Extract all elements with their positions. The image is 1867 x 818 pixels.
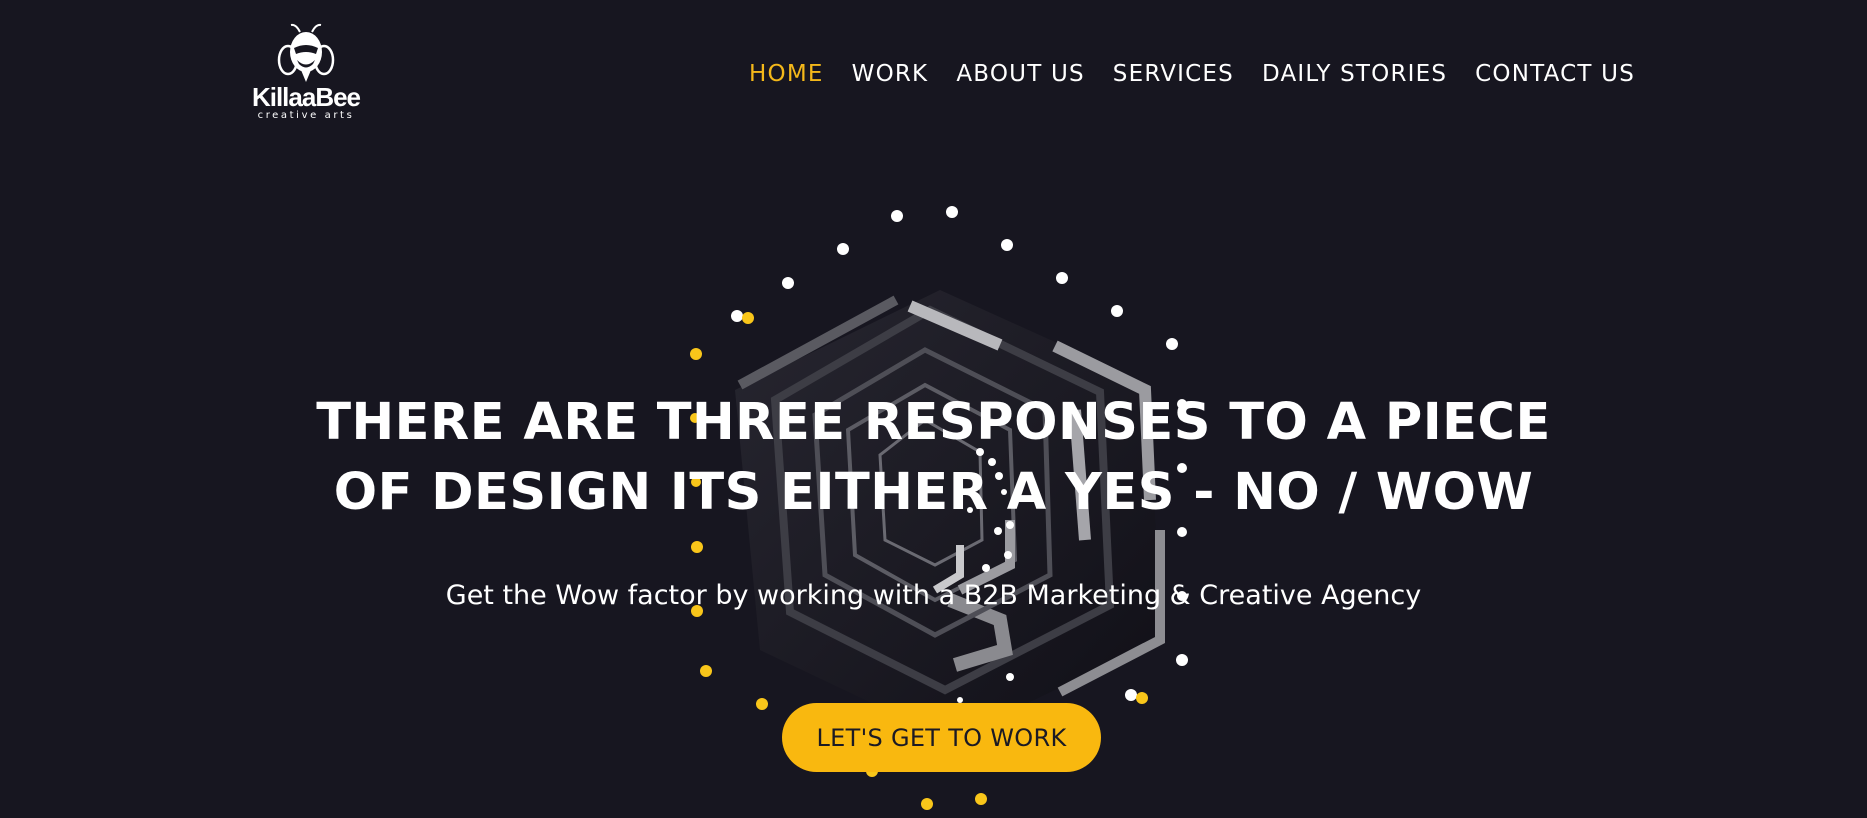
nav-item-home[interactable]: HOME [749,58,824,90]
main-nav: HOME WORK ABOUT US SERVICES DAILY STORIE… [749,58,1635,90]
hero-title-line-2: OF DESIGN ITS EITHER A YES - NO / WOW [333,463,1534,522]
hero-title-line-1: THERE ARE THREE RESPONSES TO A PIECE [316,393,1551,452]
logo-tagline: creative arts [257,110,355,121]
cta-get-to-work-button[interactable]: LET'S GET TO WORK [782,703,1101,772]
logo-name: KillaaBee [251,82,361,112]
hero-title: THERE ARE THREE RESPONSES TO A PIECE OF … [0,388,1867,528]
logo[interactable]: KillaaBee creative arts [246,22,366,132]
nav-item-work[interactable]: WORK [852,58,929,90]
page: KillaaBee creative arts HOME WORK ABOUT … [0,0,1867,818]
nav-item-contact-us[interactable]: CONTACT US [1475,58,1635,90]
nav-item-services[interactable]: SERVICES [1113,58,1234,90]
nav-item-daily-stories[interactable]: DAILY STORIES [1262,58,1447,90]
bee-icon [277,23,335,82]
hero-subtitle: Get the Wow factor by working with a B2B… [445,580,1422,611]
nav-item-about-us[interactable]: ABOUT US [956,58,1084,90]
